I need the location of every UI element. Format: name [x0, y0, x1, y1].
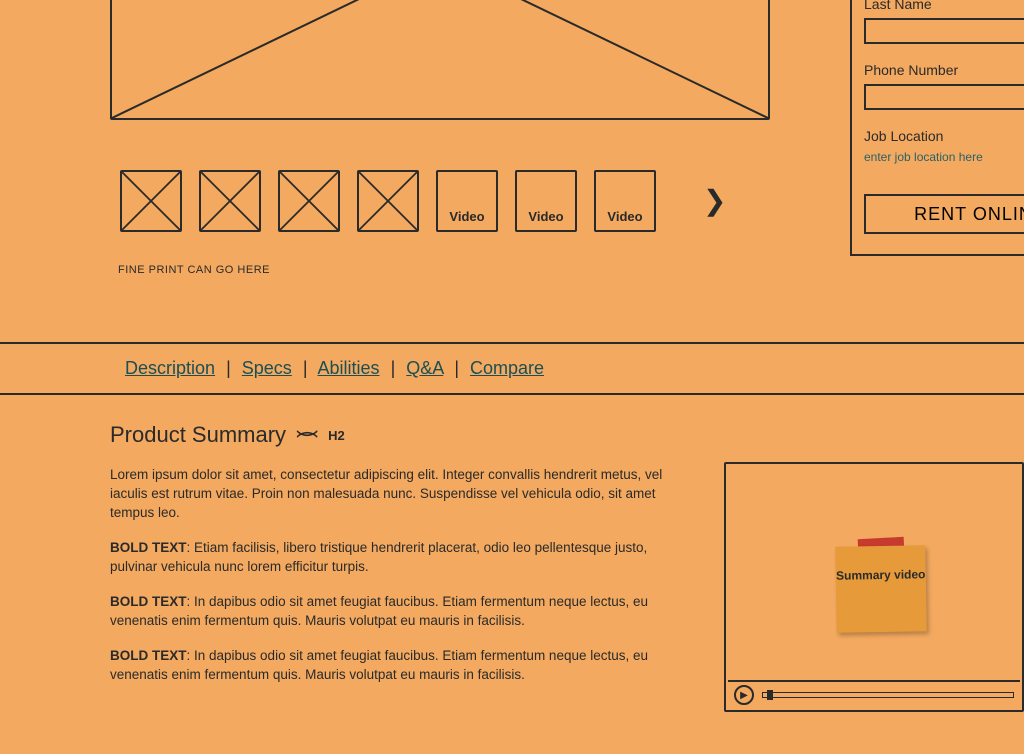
tab-separator: | — [226, 358, 231, 378]
bullet-body: : In dapibus odio sit amet feugiat fauci… — [110, 594, 648, 628]
bullet-lead: BOLD TEXT — [110, 540, 187, 555]
thumbnail-label: Video — [528, 209, 563, 224]
bullet-lead: BOLD TEXT — [110, 594, 187, 609]
thumbnail-video[interactable]: Video — [436, 170, 498, 232]
play-icon[interactable]: ▶ — [734, 685, 754, 705]
sticky-note-label: Summary video — [836, 567, 926, 583]
summary-text-column: Product Summary ︵︶ H2 Lorem ipsum dolor … — [110, 422, 684, 712]
thumbnail-label: Video — [607, 209, 642, 224]
thumbnail-label: Video — [449, 209, 484, 224]
divider — [0, 393, 1024, 395]
thumbnail-video[interactable]: Video — [594, 170, 656, 232]
summary-heading: Product Summary — [110, 422, 286, 448]
bullet-body: : Etiam facilisis, libero tristique hend… — [110, 540, 647, 574]
summary-bullet: BOLD TEXT: In dapibus odio sit amet feug… — [110, 593, 670, 631]
thumbnail-image[interactable] — [278, 170, 340, 232]
tab-separator: | — [391, 358, 396, 378]
bullet-lead: BOLD TEXT — [110, 648, 187, 663]
summary-video[interactable]: Summary video ▶ — [724, 462, 1024, 712]
thumbnail-image[interactable] — [357, 170, 419, 232]
tab-specs[interactable]: Specs — [242, 358, 292, 378]
video-controls: ▶ — [728, 680, 1020, 708]
squiggle-icon: ︵︶ — [296, 422, 318, 448]
phone-label: Phone Number — [864, 62, 1024, 78]
chevron-right-icon[interactable]: ❯ — [703, 187, 726, 215]
video-scrubber[interactable] — [762, 692, 1014, 698]
hero-image — [110, 0, 770, 120]
bullet-body: : In dapibus odio sit amet feugiat fauci… — [110, 648, 648, 682]
summary-bullet: BOLD TEXT: In dapibus odio sit amet feug… — [110, 647, 670, 685]
tab-region: Description | Specs | Abilities | Q&A | … — [30, 342, 1024, 395]
thumbnail-strip: Video Video Video ❯ — [120, 170, 726, 232]
tab-description[interactable]: Description — [125, 358, 215, 378]
heading-level-tag: H2 — [328, 428, 345, 443]
summary-intro: Lorem ipsum dolor sit amet, consectetur … — [110, 466, 670, 523]
summary-video-column: Summary video ▶ — [724, 422, 1024, 712]
thumbnail-video[interactable]: Video — [515, 170, 577, 232]
last-name-label: Last Name — [864, 0, 1024, 12]
job-location-hint: enter job location here — [864, 150, 1024, 164]
rent-online-button[interactable]: RENT ONLINE — [864, 194, 1024, 234]
job-location-label: Job Location — [864, 128, 1024, 144]
sticky-note: Summary video — [835, 545, 926, 633]
thumbnail-image[interactable] — [120, 170, 182, 232]
thumbnail-image[interactable] — [199, 170, 261, 232]
content-area: Product Summary ︵︶ H2 Lorem ipsum dolor … — [30, 398, 1024, 712]
summary-bullet: BOLD TEXT: Etiam facilisis, libero trist… — [110, 539, 670, 577]
tab-separator: | — [303, 358, 308, 378]
tab-abilities[interactable]: Abilities — [318, 358, 380, 378]
tab-qna[interactable]: Q&A — [406, 358, 443, 378]
last-name-input[interactable] — [864, 18, 1024, 44]
tab-compare[interactable]: Compare — [470, 358, 544, 378]
rental-form: Last Name Phone Number Job Location ente… — [850, 0, 1024, 256]
tabs: Description | Specs | Abilities | Q&A | … — [30, 344, 1024, 393]
tab-separator: | — [454, 358, 459, 378]
fine-print: FINE PRINT CAN GO HERE — [118, 264, 270, 276]
phone-input[interactable] — [864, 84, 1024, 110]
